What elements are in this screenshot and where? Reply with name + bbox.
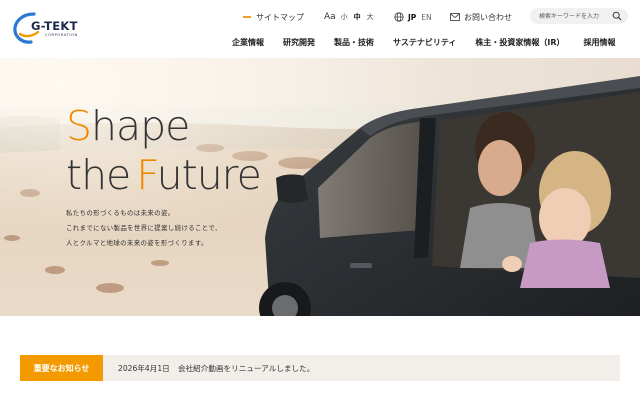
tagline-word-hape: hape <box>91 102 190 150</box>
nav-item-ir[interactable]: 株主・投資家情報（IR） <box>475 37 564 48</box>
language-switcher: JP EN <box>394 10 432 24</box>
logo-wordmark: G-TEKT <box>31 19 78 33</box>
nav-item-company[interactable]: 企業情報 <box>232 37 264 48</box>
lang-en[interactable]: EN <box>421 13 431 22</box>
hero-copy-line: 人とクルマと地球の未来の姿を形づくります。 <box>66 239 208 247</box>
nav-item-products[interactable]: 製品・技術 <box>334 37 374 48</box>
tagline-initial-f: F <box>136 151 157 199</box>
tagline-word-uture: uture <box>156 151 262 199</box>
contact-link[interactable]: お問い合わせ <box>450 10 512 24</box>
sitemap-label: サイトマップ <box>256 12 304 22</box>
tagline-initial-s: S <box>66 102 92 150</box>
nav-item-sustainability[interactable]: サステナビリティ <box>393 37 456 48</box>
font-size-switcher: Aa 小 中 大 <box>324 10 380 24</box>
search-input[interactable] <box>539 12 609 20</box>
search-box <box>530 8 628 24</box>
lang-jp[interactable]: JP <box>408 13 416 22</box>
gtekt-logo[interactable]: G-TEKT CORPORATION <box>12 10 82 44</box>
hero-banner: Shape the Future 私たちの形づくるものは未来の姿。 これまでにない… <box>0 58 640 316</box>
dash-icon <box>243 16 251 18</box>
search-icon[interactable] <box>612 11 622 21</box>
site-header: G-TEKT CORPORATION サイトマップ Aa 小 中 大 JP EN… <box>0 0 640 58</box>
font-size-icon: Aa <box>324 12 336 22</box>
nav-item-careers[interactable]: 採用情報 <box>584 37 616 48</box>
tagline-word-the: the <box>66 151 131 199</box>
hero-copy: 私たちの形づくるものは未来の姿。 これまでにない製品を世界に提案し続けることで、… <box>66 206 222 251</box>
mail-icon <box>450 13 460 21</box>
global-nav: 企業情報 研究開発 製品・技術 サステナビリティ 株主・投資家情報（IR） 採用… <box>232 37 616 48</box>
hero-copy-line: 私たちの形づくるものは未来の姿。 <box>66 209 175 217</box>
hero-copy-line: これまでにない製品を世界に提案し続けることで、 <box>66 224 222 232</box>
important-notice-bar: 重要なお知らせ 2026年4月1日 会社紹介動画をリニューアルしました。 <box>20 355 620 381</box>
globe-icon <box>394 12 404 22</box>
important-notice-badge[interactable]: 重要なお知らせ <box>20 355 103 381</box>
font-size-medium[interactable]: 中 <box>354 12 361 22</box>
nav-item-rnd[interactable]: 研究開発 <box>283 37 315 48</box>
logo-subtitle: CORPORATION <box>45 33 78 37</box>
font-size-large[interactable]: 大 <box>367 12 374 22</box>
notice-date: 2026年4月1日 <box>118 364 170 373</box>
font-size-small[interactable]: 小 <box>341 12 348 22</box>
sitemap-link[interactable]: サイトマップ <box>243 10 304 24</box>
contact-label: お問い合わせ <box>464 12 512 22</box>
notice-link[interactable]: 会社紹介動画をリニューアルしました。 <box>178 363 314 374</box>
hero-tagline: Shape the Future <box>66 106 262 199</box>
